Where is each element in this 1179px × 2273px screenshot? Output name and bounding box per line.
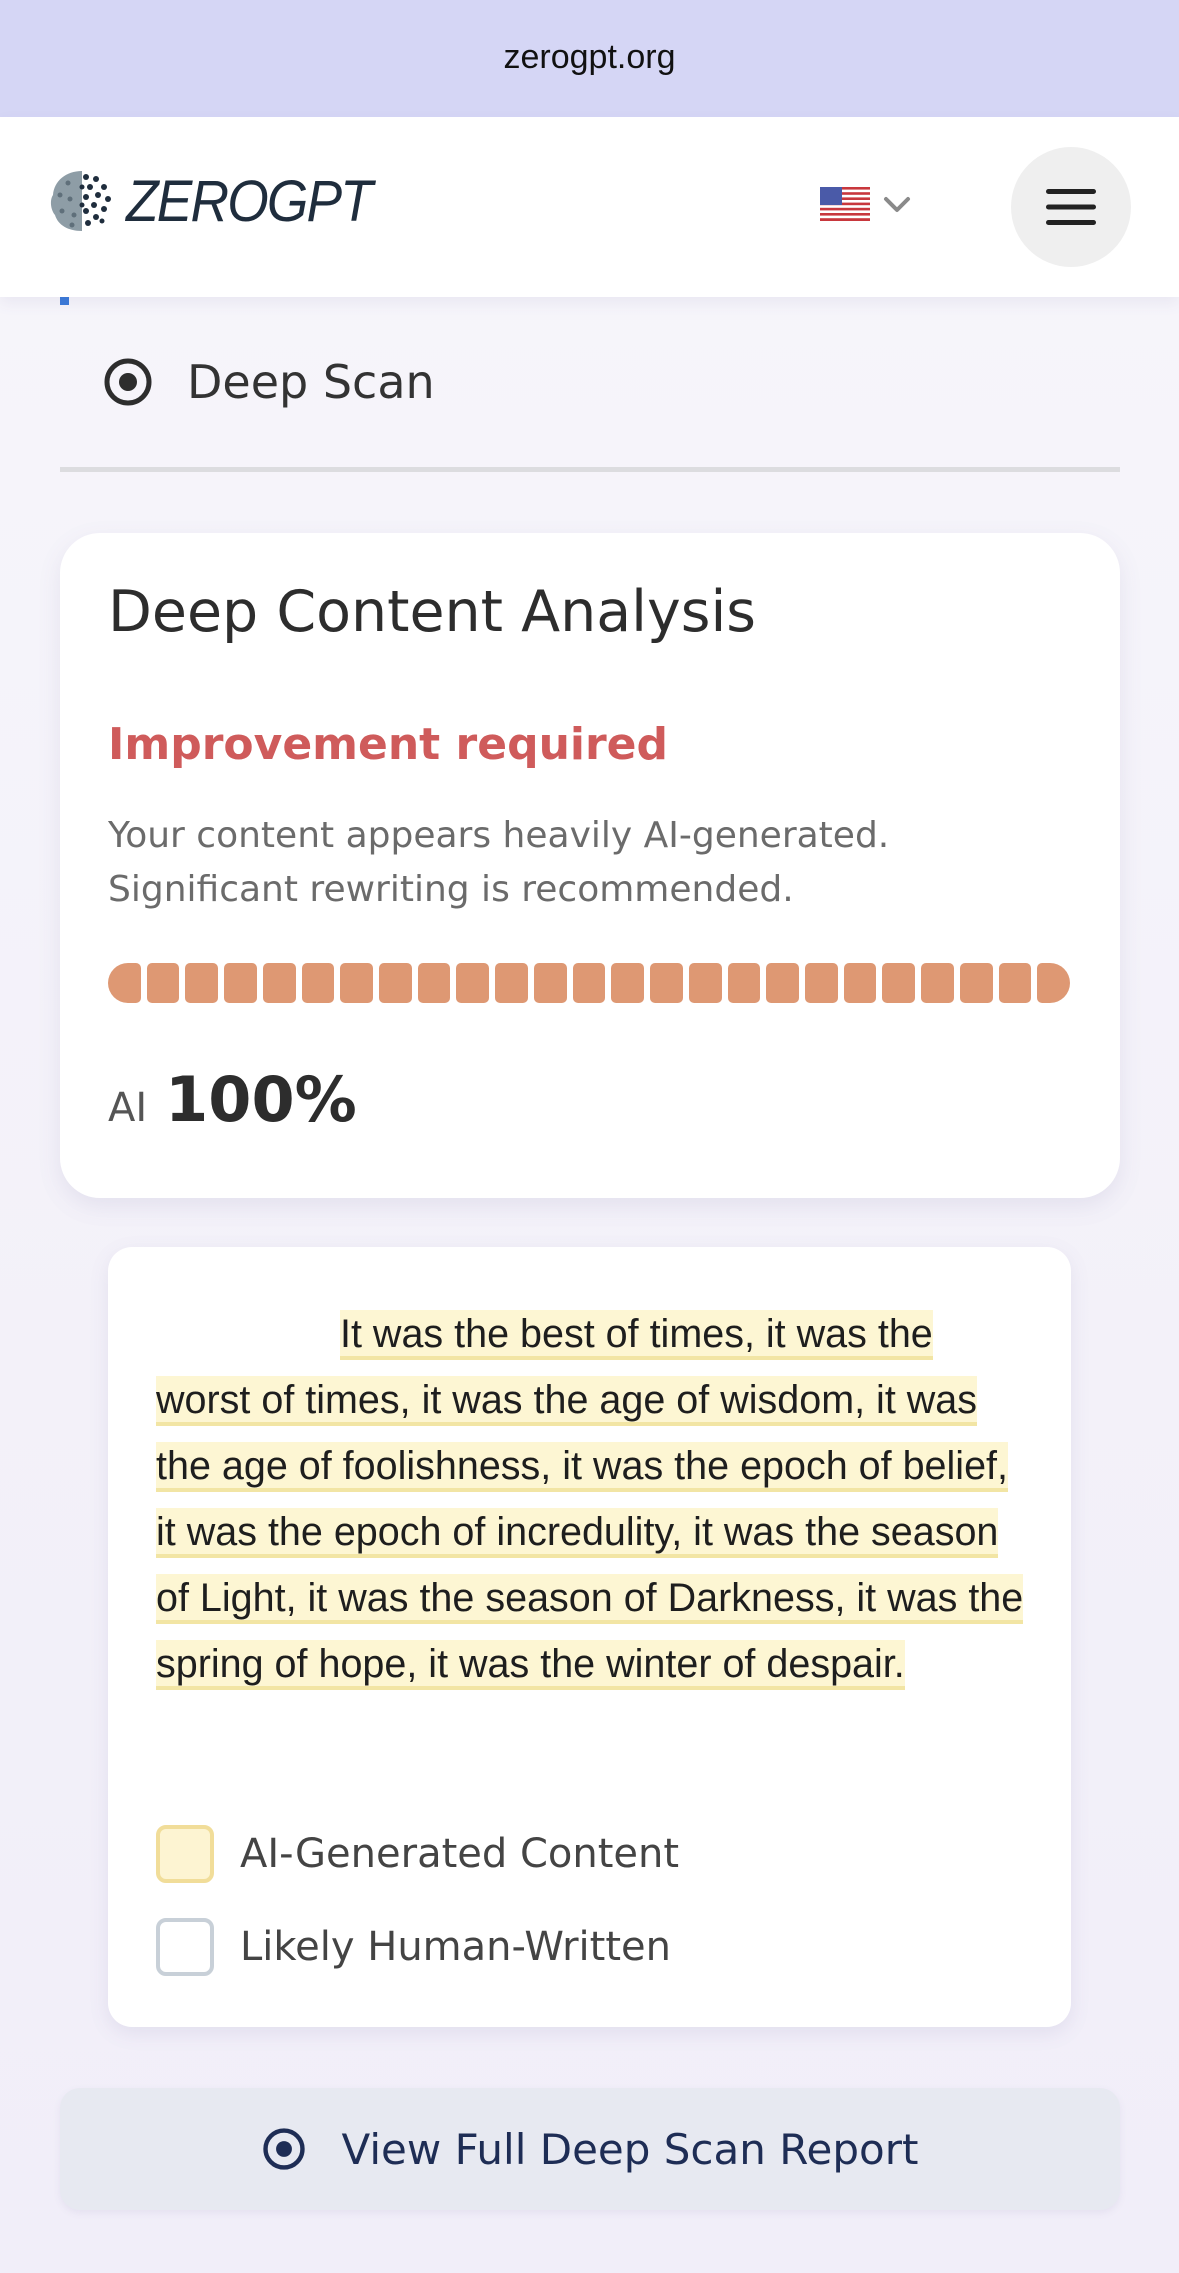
legend-ai-label: AI-Generated Content	[240, 1831, 680, 1877]
legend-human-written: Likely Human-Written	[156, 1918, 671, 1976]
meter-segment	[727, 963, 761, 1003]
meter-segment	[185, 963, 219, 1003]
scanned-passage: It was the best of times, it was the wor…	[156, 1301, 1036, 1697]
chevron-down-icon	[884, 197, 910, 212]
target-icon	[262, 2128, 305, 2170]
view-full-report-button[interactable]: View Full Deep Scan Report	[60, 2088, 1120, 2210]
legend-human-label: Likely Human-Written	[240, 1924, 671, 1970]
ai-score: AI 100%	[108, 1063, 357, 1136]
analysis-description: Your content appears heavily AI-generate…	[108, 815, 890, 910]
meter-segment	[998, 963, 1032, 1003]
analysis-title: Deep Content Analysis	[108, 579, 756, 645]
scroll-indicator	[60, 297, 69, 305]
scanned-text-card: It was the best of times, it was the wor…	[108, 1247, 1071, 2027]
logo-text: ZEROGPT	[126, 168, 373, 234]
menu-button[interactable]	[1011, 147, 1131, 267]
meter-segment	[379, 963, 412, 1003]
meter-segment	[611, 963, 645, 1003]
ai-score-meter	[108, 963, 1070, 1003]
score-value: 100%	[165, 1063, 357, 1136]
target-icon	[104, 358, 152, 406]
site-logo[interactable]: ZEROGPT	[46, 165, 392, 237]
meter-segment	[959, 963, 993, 1003]
ai-highlight: It was the best of times, it was the wor…	[156, 1310, 1024, 1690]
us-flag-icon	[820, 187, 870, 221]
meter-segment	[146, 963, 180, 1003]
meter-segment	[804, 963, 838, 1003]
meter-segment	[417, 963, 451, 1003]
tab-deep-scan[interactable]: Deep Scan	[103, 355, 435, 409]
meter-segment	[340, 963, 374, 1003]
meter-segment	[766, 963, 799, 1003]
meter-segment	[882, 963, 916, 1003]
legend-ai-generated: AI-Generated Content	[156, 1825, 679, 1883]
brain-logo-icon	[50, 171, 114, 231]
language-selector[interactable]	[820, 187, 914, 221]
report-button-label: View Full Deep Scan Report	[341, 2124, 919, 2174]
tab-label: Deep Scan	[187, 355, 435, 409]
meter-segment	[456, 963, 490, 1003]
meter-segment	[1037, 963, 1070, 1003]
analysis-card: Deep Content Analysis Improvement requir…	[60, 533, 1120, 1198]
legend-ai-swatch	[156, 1825, 214, 1883]
analysis-status: Improvement required	[108, 719, 669, 770]
meter-segment	[262, 963, 296, 1003]
meter-segment	[688, 963, 722, 1003]
hamburger-menu-icon	[1046, 189, 1096, 225]
meter-segment	[921, 963, 954, 1003]
meter-segment	[572, 963, 606, 1003]
meter-segment	[301, 963, 335, 1003]
meter-segment	[650, 963, 683, 1003]
site-header: ZEROGPT	[0, 117, 1179, 297]
score-label: AI	[108, 1085, 148, 1131]
meter-segment	[224, 963, 257, 1003]
meter-segment	[533, 963, 567, 1003]
meter-segment	[108, 963, 141, 1003]
url-text: zerogpt.org	[503, 38, 676, 76]
browser-url-bar[interactable]: zerogpt.org	[0, 0, 1179, 117]
tab-divider	[60, 467, 1120, 472]
legend-human-swatch	[156, 1918, 214, 1976]
meter-segment	[495, 963, 528, 1003]
meter-segment	[843, 963, 877, 1003]
